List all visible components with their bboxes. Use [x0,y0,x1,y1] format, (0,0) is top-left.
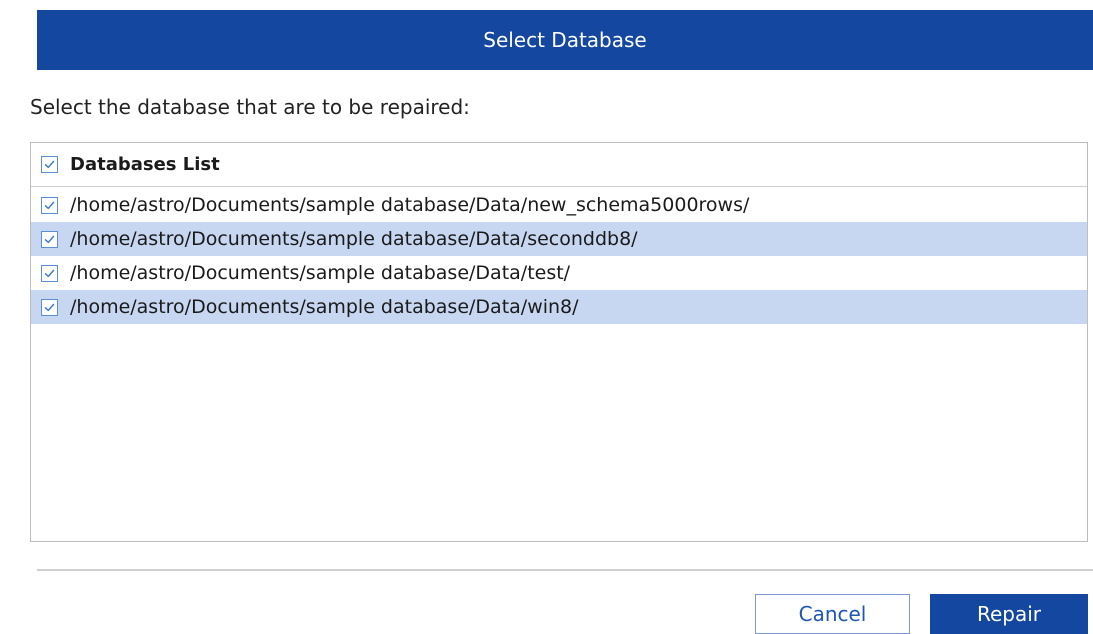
list-header[interactable]: Databases List [31,143,435,185]
dialog-title: Select Database [483,28,647,52]
checkbox-checked-icon[interactable] [41,230,58,248]
list-item[interactable]: /home/astro/Documents/sample database/Da… [31,256,1087,290]
dialog-title-bar: Select Database [37,10,1093,70]
instruction-text: Select the database that are to be repai… [30,95,470,119]
list-header-label: Databases List [70,153,220,175]
database-path: /home/astro/Documents/sample database/Da… [70,262,571,284]
checkbox-checked-icon[interactable] [41,196,58,214]
checkbox-checked-icon[interactable] [41,264,58,282]
list-item[interactable]: /home/astro/Documents/sample database/Da… [31,222,1087,256]
database-rows: /home/astro/Documents/sample database/Da… [31,188,1087,324]
database-path: /home/astro/Documents/sample database/Da… [70,194,750,216]
databases-list: Databases List /home/astro/Documents/sam… [30,142,1088,542]
list-item[interactable]: /home/astro/Documents/sample database/Da… [31,290,1087,324]
cancel-button[interactable]: Cancel [755,594,910,634]
select-all-checkbox-icon[interactable] [41,155,58,173]
checkbox-checked-icon[interactable] [41,298,58,316]
footer-divider [37,569,1093,571]
database-path: /home/astro/Documents/sample database/Da… [70,296,579,318]
database-path: /home/astro/Documents/sample database/Da… [70,228,638,250]
repair-button[interactable]: Repair [930,594,1088,634]
header-divider [31,186,1087,187]
list-item[interactable]: /home/astro/Documents/sample database/Da… [31,188,1087,222]
